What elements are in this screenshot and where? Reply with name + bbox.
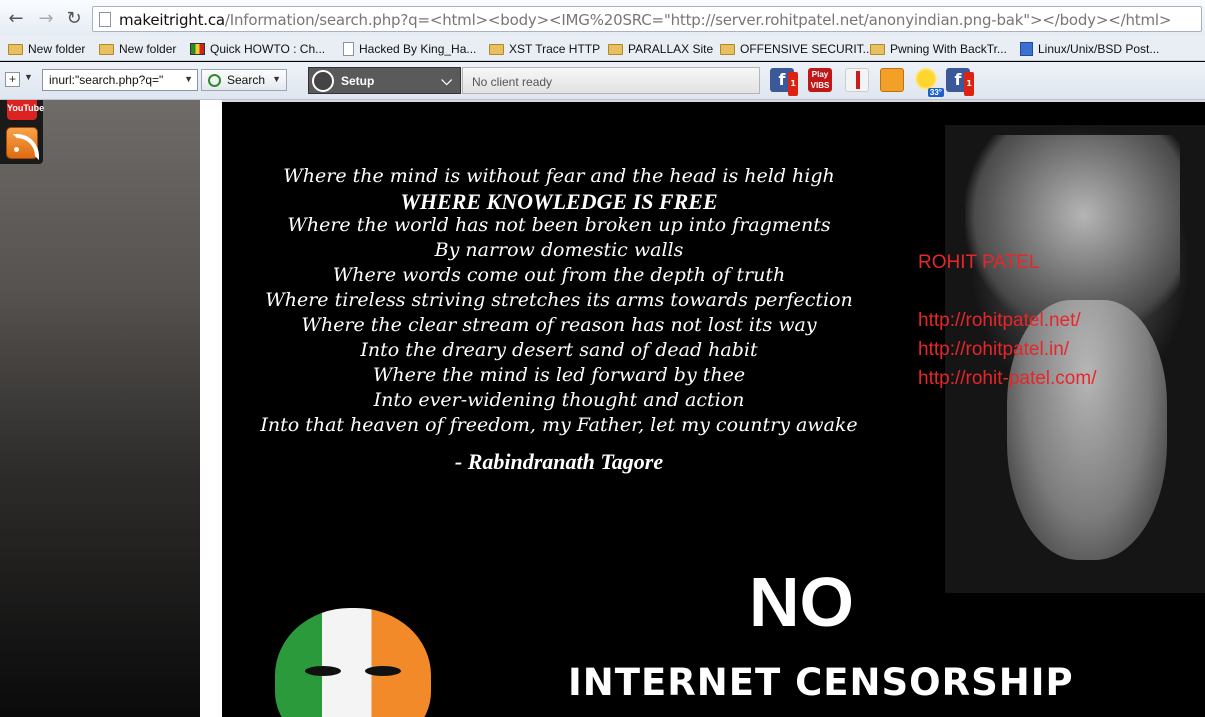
left-background: [0, 100, 200, 717]
divider: [222, 100, 1205, 102]
bookmark-offensive-security[interactable]: OFFENSIVE SECURIT...: [720, 40, 873, 58]
torrent-logo-icon: [312, 70, 334, 92]
page-icon: [343, 42, 354, 56]
rss-icon[interactable]: [6, 127, 39, 160]
play-vibs-icon[interactable]: Play VIBS: [808, 68, 832, 92]
chevron-down-icon[interactable]: ▼: [184, 74, 193, 84]
facebook-icon[interactable]: f1: [770, 68, 798, 96]
poem-line: Where words come out from the depth of t…: [332, 264, 786, 286]
bookmark-label: New folder: [119, 42, 177, 56]
toolbar-search-input[interactable]: inurl:"search.php?q=" ▼: [42, 69, 198, 91]
page-border: [200, 100, 222, 717]
poem-line: Where tireless striving stretches its ar…: [265, 289, 853, 311]
bookmark-new-folder-1[interactable]: New folder: [8, 40, 85, 58]
bookmark-label: PARALLAX Site: [628, 42, 714, 56]
bookmarks-bar: New folder New folder Quick HOWTO : Ch..…: [0, 36, 1205, 61]
bookmark-label: XST Trace HTTP: [509, 42, 601, 56]
mask-face: [275, 608, 431, 717]
mask-eye: [305, 666, 341, 676]
bookmark-label: New folder: [28, 42, 86, 56]
poem-author: - Rabindranath Tagore: [454, 449, 664, 474]
bookmark-quick-howto[interactable]: Quick HOWTO : Ch...: [190, 40, 325, 58]
weather-icon[interactable]: 33°: [914, 68, 944, 97]
doc-icon: [1020, 42, 1033, 56]
poem-line: Into the dreary desert sand of dead habi…: [360, 339, 758, 361]
poem: Where the mind is without fear and the h…: [222, 164, 896, 438]
promo-block: ROHIT PATEL http://rohitpatel.net/ http:…: [918, 248, 1096, 393]
client-status-text: No client ready: [472, 75, 553, 89]
search-icon: [208, 73, 221, 87]
bookmark-hacked-by[interactable]: Hacked By King_Ha...: [343, 40, 476, 58]
search-input-value: inurl:"search.php?q=": [49, 73, 164, 87]
notification-badge: 1: [788, 72, 798, 96]
bookmark-xst-trace[interactable]: XST Trace HTTP: [489, 40, 600, 58]
folder-icon: [8, 43, 23, 55]
search-button-label: Search: [227, 73, 266, 87]
url-text[interactable]: makeitright.ca/Information/search.php?q=…: [119, 11, 1171, 29]
bookmark-label: Quick HOWTO : Ch...: [210, 42, 326, 56]
client-status-field: No client ready: [462, 67, 760, 94]
url-path: /Information/search.php?q=<html><body><I…: [224, 11, 1172, 29]
slogan-no: NO: [749, 563, 854, 641]
chevron-down-icon[interactable]: ⌵: [441, 72, 452, 89]
addon-toolbar: + ▼ inurl:"search.php?q=" ▼ Search ▼ Set…: [0, 62, 1205, 100]
poem-line: By narrow domestic walls: [434, 239, 684, 261]
poem-line: Where the mind is without fear and the h…: [283, 165, 835, 187]
address-bar-row: ← → ↻ makeitright.ca/Information/search.…: [0, 0, 1205, 36]
search-button[interactable]: Search ▼: [201, 69, 287, 91]
chevron-down-icon[interactable]: ▼: [24, 72, 33, 82]
notification-badge: 1: [964, 72, 974, 96]
bookmark-new-folder-2[interactable]: New folder: [99, 40, 176, 58]
bookmark-linux-unix[interactable]: Linux/Unix/BSD Post...: [1020, 40, 1159, 58]
anonymous-mask-image: [247, 608, 457, 717]
url-host: makeitright.ca: [119, 11, 225, 29]
promo-link[interactable]: http://rohit-patel.com/: [918, 364, 1096, 393]
folder-icon: [489, 43, 504, 55]
facebook-icon[interactable]: f1: [946, 68, 974, 96]
youtube-icon[interactable]: YouTube: [7, 100, 44, 120]
mail-icon[interactable]: [880, 68, 904, 92]
bookmark-pwning-backtrack[interactable]: Pwning With BackTr...: [870, 40, 1007, 58]
bookmark-label: Pwning With BackTr...: [890, 42, 1007, 56]
reload-icon[interactable]: ↻: [64, 9, 84, 29]
folder-icon: [720, 43, 735, 55]
flag-icon: [190, 43, 205, 55]
bookmark-label: Hacked By King_Ha...: [359, 42, 477, 56]
bookmark-label: Linux/Unix/BSD Post...: [1038, 42, 1160, 56]
youtube-label: YouTube: [7, 103, 45, 113]
weather-temperature: 33°: [927, 88, 944, 97]
url-field[interactable]: makeitright.ca/Information/search.php?q=…: [92, 6, 1202, 32]
gift-icon[interactable]: [845, 68, 869, 92]
web-page: YouTube Where the mind is without fear a…: [0, 100, 1205, 717]
promo-link[interactable]: http://rohitpatel.in/: [918, 335, 1096, 364]
social-panel: YouTube: [0, 100, 44, 164]
defacement-banner: Where the mind is without fear and the h…: [222, 100, 1205, 717]
setup-button[interactable]: Setup ⌵: [308, 67, 461, 94]
promo-name: ROHIT PATEL: [918, 252, 1040, 273]
poem-line: Into ever-widening thought and action: [373, 389, 745, 411]
slogan-censorship: INTERNET CENSORSHIP: [568, 661, 1074, 704]
poem-line: Where the mind is led forward by thee: [372, 364, 746, 386]
poem-line: Where the world has not been broken up i…: [287, 214, 831, 236]
bookmark-parallax[interactable]: PARALLAX Site: [608, 40, 713, 58]
poem-line: Into that heaven of freedom, my Father, …: [260, 414, 858, 436]
play-vibs-label: Play VIBS: [810, 70, 830, 90]
mask-eye: [365, 666, 401, 676]
folder-icon: [608, 43, 623, 55]
folder-icon: [99, 43, 114, 55]
add-icon[interactable]: +: [5, 72, 20, 87]
poem-line: Where the clear stream of reason has not…: [301, 314, 817, 336]
folder-icon: [870, 43, 885, 55]
page-icon: [99, 12, 111, 27]
poem-heading: WHERE KNOWLEDGE IS FREE: [400, 189, 718, 214]
setup-label: Setup: [341, 73, 375, 88]
chevron-down-icon[interactable]: ▼: [272, 74, 281, 84]
bookmark-label: OFFENSIVE SECURIT...: [740, 42, 873, 56]
back-arrow-icon[interactable]: ←: [6, 9, 26, 29]
promo-link[interactable]: http://rohitpatel.net/: [918, 306, 1096, 335]
forward-arrow-icon[interactable]: →: [36, 9, 56, 29]
